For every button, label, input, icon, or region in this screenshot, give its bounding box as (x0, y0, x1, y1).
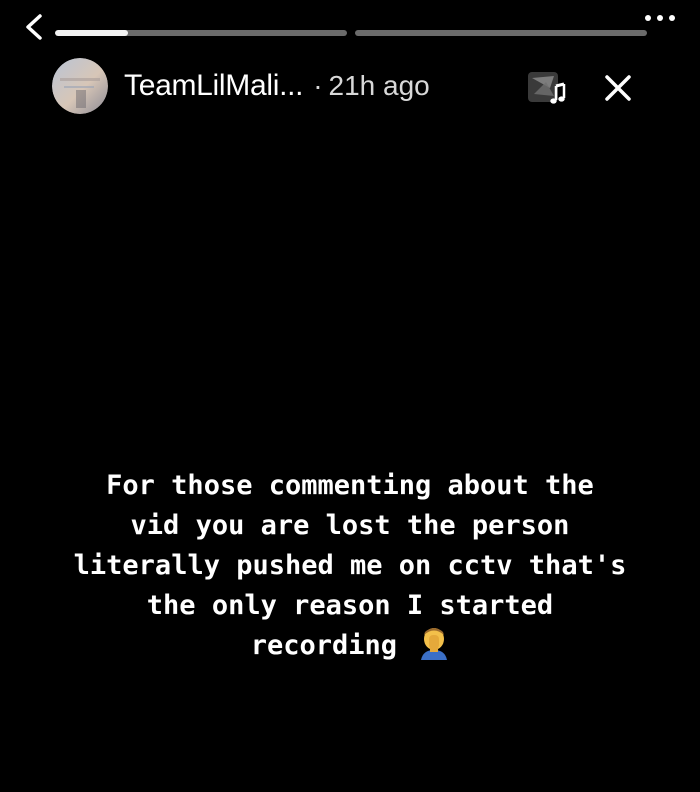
progress-fill (55, 30, 128, 36)
caption-line: literally pushed me on cctv that's (73, 550, 627, 581)
ellipsis-icon (645, 15, 675, 21)
caption-line: the only reason I started (146, 590, 554, 621)
story-progress-segment-2 (355, 30, 647, 36)
caption-line: recording (250, 630, 398, 661)
chevron-left-icon (26, 14, 42, 40)
story-caption: For those commenting about the vid you a… (40, 466, 660, 672)
separator-dot: · (313, 70, 323, 101)
avatar[interactable] (52, 58, 108, 114)
music-button[interactable] (524, 68, 572, 108)
more-options-button[interactable] (640, 8, 680, 28)
caption-last-line: recording (40, 626, 660, 672)
caption-line: vid you are lost the person (130, 510, 570, 541)
facepalm-emoji-icon (419, 626, 449, 672)
close-button[interactable] (602, 72, 634, 104)
music-note-icon (528, 72, 566, 104)
username[interactable]: TeamLilMali... (124, 69, 303, 103)
timestamp: 21h ago (328, 70, 430, 101)
back-button[interactable] (20, 12, 48, 42)
close-icon (605, 75, 631, 101)
caption-line: For those commenting about the (106, 470, 594, 501)
story-header: TeamLilMali... · 21h ago (52, 58, 652, 114)
story-progress-segment-1 (55, 30, 347, 36)
